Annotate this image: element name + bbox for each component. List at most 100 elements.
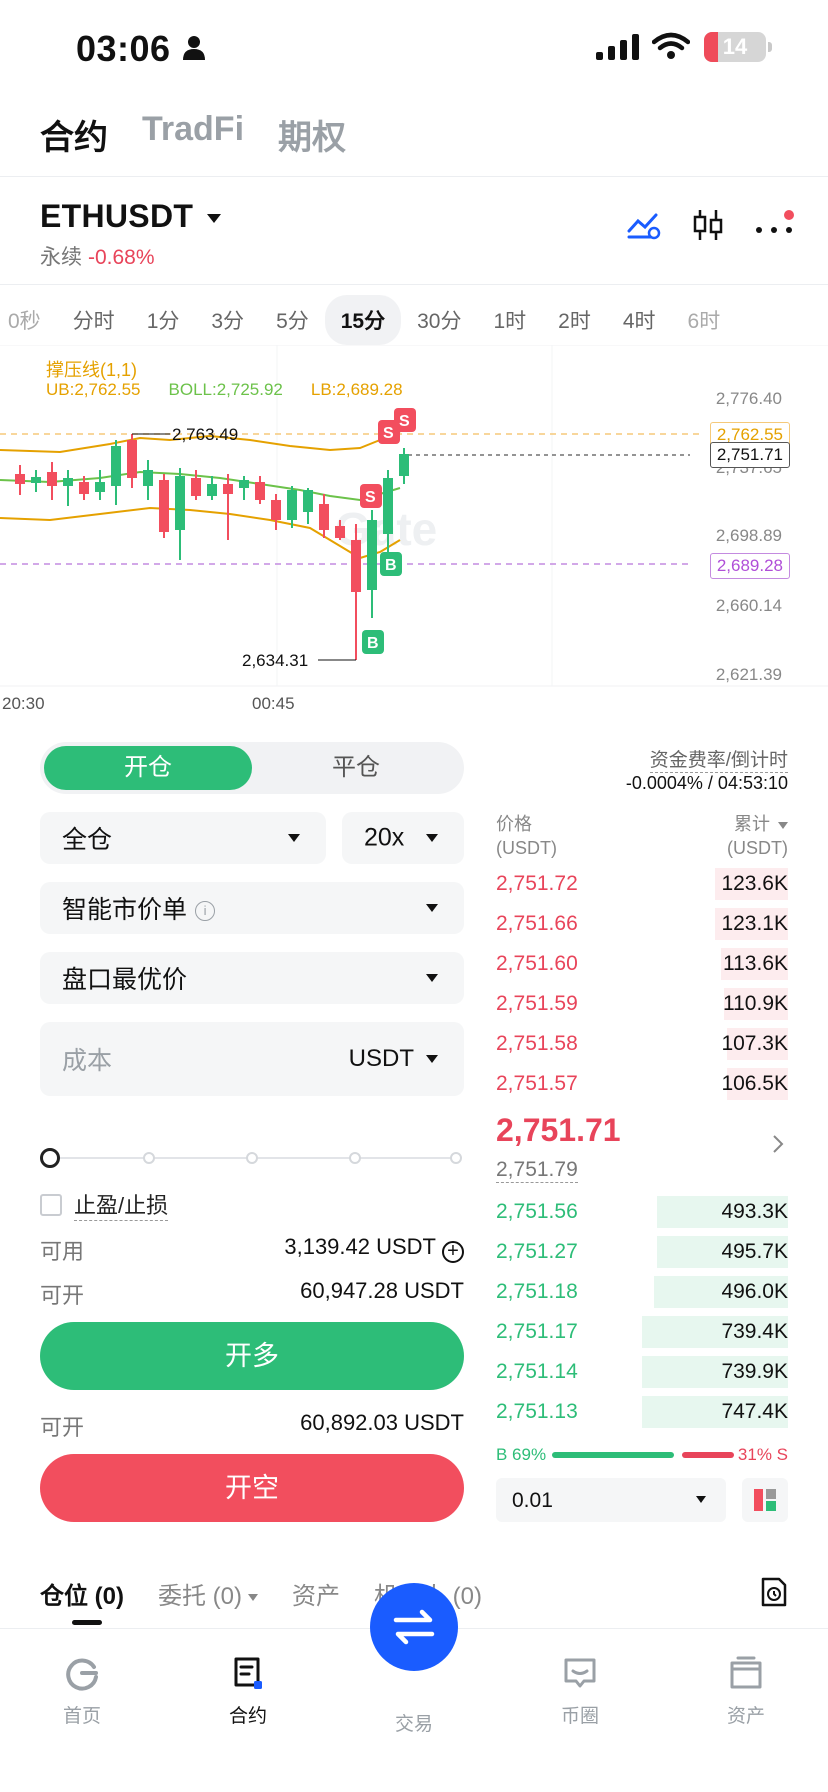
boll-value: BOLL:2,725.92 — [168, 380, 283, 399]
interval-tab[interactable]: 30分 — [401, 305, 477, 335]
indicator-title: 撑压线(1,1) — [46, 360, 138, 380]
bid-row[interactable]: 2,751.56 493.3K — [496, 1194, 788, 1230]
tab-tradfi[interactable]: TradFi — [142, 110, 244, 159]
interval-tab[interactable]: 0秒 — [0, 305, 57, 335]
interval-tab[interactable]: 3分 — [195, 305, 260, 335]
ask-row[interactable]: 2,751.57 106.5K — [496, 1066, 788, 1102]
open-position-tab[interactable]: 开仓 — [44, 746, 252, 790]
nav-futures[interactable]: 合约 — [188, 1655, 308, 1728]
svg-text:S: S — [383, 425, 394, 442]
time-axis-label: 20:30 — [2, 694, 45, 713]
svg-text:S: S — [399, 413, 410, 430]
slider-step[interactable] — [246, 1152, 258, 1164]
interval-tab[interactable]: 6时 — [672, 305, 737, 335]
chevron-right-icon[interactable] — [772, 1134, 784, 1154]
bid-row[interactable]: 2,751.14 739.9K — [496, 1354, 788, 1390]
slider-step[interactable] — [349, 1152, 361, 1164]
info-icon[interactable]: i — [195, 901, 216, 922]
chevron-down-icon — [426, 974, 438, 982]
cost-unit-select[interactable]: USDT — [349, 1045, 414, 1073]
bottom-nav: 首页 合约 交易 币圈 资产 — [0, 1583, 828, 1792]
nav-assets[interactable]: 资产 — [686, 1655, 806, 1728]
open-short-button[interactable]: 开空 — [40, 1454, 464, 1522]
nav-trade[interactable]: 交易 — [354, 1709, 474, 1736]
ask-row[interactable]: 2,751.72 123.6K — [496, 866, 788, 902]
interval-tab[interactable]: 2时 — [542, 305, 607, 335]
symbol-selector[interactable]: ETHUSDT — [40, 198, 222, 235]
nav-home[interactable]: 首页 — [22, 1655, 142, 1728]
interval-tab[interactable]: 5分 — [260, 305, 325, 335]
cost-input[interactable]: 成本 USDT — [40, 1022, 464, 1096]
header-actions — [626, 208, 794, 242]
divider — [0, 284, 828, 285]
bid-row[interactable]: 2,751.18 496.0K — [496, 1274, 788, 1310]
person-icon — [183, 36, 205, 60]
close-position-tab[interactable]: 平仓 — [252, 746, 460, 790]
chevron-down-icon — [426, 1055, 438, 1063]
market-type-tabs: 合约 TradFi 期权 — [40, 110, 346, 159]
status-time: 03:06 — [76, 28, 171, 69]
interval-tab[interactable]: 分时 — [57, 305, 131, 335]
ask-row[interactable]: 2,751.60 113.6K — [496, 946, 788, 982]
chevron-down-icon — [426, 834, 438, 842]
interval-tab-active[interactable]: 15分 — [324, 295, 402, 345]
sell-ratio-bar — [682, 1452, 734, 1458]
price-axis-label: 2,698.89 — [715, 526, 782, 545]
cumulative-column-header[interactable]: 累计 (USDT) — [727, 812, 788, 860]
buy-ratio: B 69% — [496, 1445, 547, 1464]
layout-icon — [754, 1489, 776, 1511]
history-icon[interactable] — [760, 1576, 788, 1608]
status-bar: 03:06 14 — [0, 0, 828, 100]
price-column-header: 价格 (USDT) — [496, 814, 557, 858]
indicator-values: UB:2,762.55 BOLL:2,725.92 LB:2,689.28 — [46, 380, 403, 400]
ask-row[interactable]: 2,751.66 123.1K — [496, 906, 788, 942]
tab-futures[interactable]: 合约 — [40, 110, 108, 159]
ask-row[interactable]: 2,751.59 110.9K — [496, 986, 788, 1022]
ask-row[interactable]: 2,751.58 107.3K — [496, 1026, 788, 1062]
sell-marker: S — [394, 408, 416, 432]
funding-rate-title[interactable]: 资金费率/倒计时 — [649, 745, 788, 773]
interval-tab[interactable]: 1分 — [131, 305, 196, 335]
add-funds-icon[interactable]: + — [442, 1241, 464, 1263]
open-long-button[interactable]: 开多 — [40, 1322, 464, 1390]
buy-sell-ratio: B 69% 31% S — [496, 1443, 788, 1467]
chevron-down-icon — [248, 1594, 258, 1602]
leverage-select[interactable]: 20x — [342, 812, 464, 864]
high-label: 2,763.49 — [172, 425, 238, 444]
bid-row[interactable]: 2,751.27 495.7K — [496, 1234, 788, 1270]
slider-handle[interactable] — [40, 1148, 60, 1168]
chat-icon — [564, 1658, 596, 1688]
nav-community[interactable]: 币圈 — [520, 1655, 640, 1728]
tab-assets[interactable]: 资产 — [292, 1576, 340, 1611]
symbol-name: ETHUSDT — [40, 198, 194, 234]
precision-select[interactable]: 0.01 — [496, 1478, 726, 1522]
openable-long-value: 60,947.28 USDT — [300, 1278, 464, 1303]
interval-tab[interactable]: 4时 — [607, 305, 672, 335]
leverage-slider[interactable] — [40, 1146, 464, 1170]
orderbook-layout-button[interactable] — [742, 1478, 788, 1522]
candlestick-icon[interactable] — [692, 208, 724, 242]
more-icon[interactable] — [754, 210, 794, 240]
tab-orders[interactable]: 委托 (0) — [158, 1576, 258, 1611]
tab-positions[interactable]: 仓位 (0) — [40, 1576, 124, 1611]
bid-row[interactable]: 2,751.13 747.4K — [496, 1394, 788, 1430]
buy-ratio-bar — [552, 1452, 674, 1458]
checkbox[interactable] — [40, 1193, 62, 1216]
indicator-settings-icon[interactable] — [626, 209, 662, 241]
price-type-select[interactable]: 盘口最优价 — [40, 952, 464, 1004]
order-type-select[interactable]: 智能市价单 i — [40, 882, 464, 934]
slider-step[interactable] — [450, 1152, 462, 1164]
bid-row[interactable]: 2,751.17 739.4K — [496, 1314, 788, 1350]
interval-tab[interactable]: 1时 — [477, 305, 542, 335]
open-close-toggle: 开仓 平仓 — [40, 742, 464, 794]
tab-options[interactable]: 期权 — [278, 110, 346, 159]
chevron-down-icon — [207, 214, 222, 224]
wallet-icon — [730, 1656, 762, 1689]
funding-rate-value: -0.0004% / 04:53:10 — [625, 773, 788, 793]
openable-label: 可开 — [40, 1283, 85, 1308]
sell-ratio: 31% S — [737, 1445, 788, 1464]
tp-sl-checkbox[interactable]: 止盈/止损 — [40, 1188, 169, 1221]
margin-mode-select[interactable]: 全仓 — [40, 812, 326, 864]
slider-step[interactable] — [143, 1152, 155, 1164]
trade-fab-button[interactable] — [370, 1583, 458, 1671]
